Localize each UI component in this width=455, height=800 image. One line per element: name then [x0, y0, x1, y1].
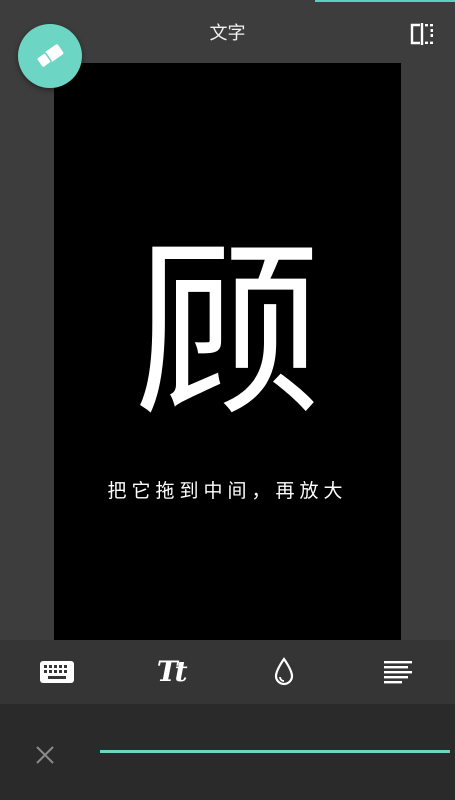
slider-fill [100, 750, 450, 753]
size-slider[interactable] [100, 734, 450, 770]
align-button[interactable] [341, 640, 455, 704]
color-button[interactable] [228, 640, 342, 704]
bottom-bar [0, 704, 455, 800]
eraser-button[interactable] [18, 24, 82, 88]
keyboard-button[interactable] [0, 640, 114, 704]
color-drop-icon [275, 657, 294, 686]
text-toolbar: Tt [0, 640, 455, 704]
font-style-button[interactable]: Tt [114, 640, 228, 704]
close-button[interactable] [30, 740, 60, 770]
text-canvas[interactable]: 顾 把它拖到中间，再放大 [54, 63, 401, 640]
hint-text[interactable]: 把它拖到中间，再放大 [54, 477, 401, 505]
keyboard-icon [39, 661, 74, 683]
compare-icon [410, 23, 433, 45]
text-align-icon [384, 661, 413, 684]
main-character[interactable]: 顾 [54, 238, 401, 428]
font-style-icon: Tt [156, 655, 188, 688]
eraser-icon [35, 44, 64, 69]
compare-button[interactable] [405, 20, 439, 48]
close-icon [36, 746, 54, 764]
